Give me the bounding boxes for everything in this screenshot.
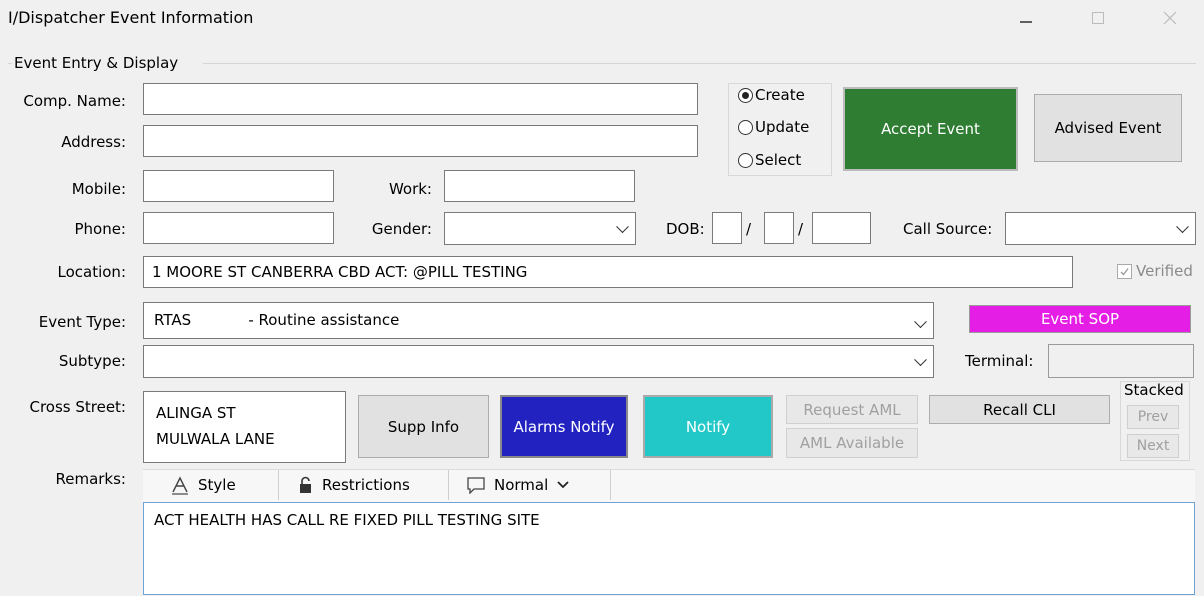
supp-info-button[interactable]: Supp Info — [358, 395, 489, 458]
radio-select-label: Select — [755, 151, 802, 169]
group-title: Event Entry & Display — [14, 54, 179, 72]
normal-label: Normal — [494, 476, 549, 494]
chevron-down-icon — [1176, 219, 1189, 233]
dob-month-input[interactable] — [764, 212, 794, 244]
stacked-label: Stacked — [1124, 381, 1184, 399]
terminal-label: Terminal: — [965, 352, 1034, 370]
maximize-icon — [1092, 12, 1104, 24]
lock-icon — [300, 476, 311, 493]
comment-icon — [467, 477, 485, 494]
radio-create[interactable]: Create — [738, 86, 805, 104]
event-type-value: RTAS - Routine assistance — [154, 311, 400, 329]
toolbar-divider — [448, 470, 449, 500]
style-tool[interactable]: Style — [170, 470, 236, 500]
remarks-textarea[interactable]: ACT HEALTH HAS CALL RE FIXED PILL TESTIN… — [143, 502, 1195, 595]
cross-street-2: MULWALA LANE — [156, 430, 275, 448]
cross-street-label: Cross Street: — [29, 398, 126, 416]
dob-separator: / — [746, 220, 752, 238]
subtype-label: Subtype: — [58, 352, 126, 370]
verified-checkbox[interactable]: Verified — [1117, 262, 1193, 280]
style-icon — [172, 476, 188, 495]
accept-event-button[interactable]: Accept Event — [843, 87, 1018, 171]
minimize-button[interactable] — [1004, 0, 1048, 36]
location-label: Location: — [57, 263, 127, 281]
dob-label: DOB: — [666, 220, 705, 238]
phone-label: Phone: — [74, 220, 126, 238]
gender-label: Gender: — [371, 220, 432, 238]
chevron-down-icon — [616, 219, 629, 233]
alarms-notify-button[interactable]: Alarms Notify — [500, 395, 628, 458]
remarks-label: Remarks: — [55, 470, 126, 488]
cross-street-box: ALINGA ST MULWALA LANE — [143, 391, 346, 463]
mobile-label: Mobile: — [71, 180, 126, 198]
radio-dot-icon — [738, 87, 753, 103]
normal-tool[interactable]: Normal — [466, 470, 570, 500]
toolbar-divider — [278, 470, 279, 500]
minimize-icon — [1020, 21, 1032, 23]
call-source-label: Call Source: — [903, 220, 993, 238]
toolbar-divider — [610, 470, 611, 500]
mobile-input[interactable] — [143, 170, 334, 202]
verified-label: Verified — [1136, 262, 1193, 280]
terminal-input[interactable] — [1048, 344, 1194, 378]
address-label: Address: — [61, 133, 126, 151]
address-input[interactable] — [143, 125, 698, 157]
work-label: Work: — [388, 180, 432, 198]
notify-button[interactable]: Notify — [643, 395, 773, 458]
phone-input[interactable] — [143, 212, 334, 244]
advised-event-button[interactable]: Advised Event — [1034, 94, 1182, 162]
call-source-select[interactable] — [1005, 212, 1196, 245]
radio-dot-icon — [738, 119, 753, 135]
event-sop-button[interactable]: Event SOP — [969, 305, 1191, 333]
close-icon — [1163, 11, 1177, 25]
radio-create-label: Create — [755, 86, 805, 104]
chevron-down-icon — [914, 315, 927, 329]
group-border — [203, 63, 1196, 64]
check-icon — [1117, 263, 1132, 279]
dob-separator: / — [798, 220, 804, 238]
event-type-label: Event Type: — [38, 313, 126, 331]
recall-cli-button[interactable]: Recall CLI — [929, 395, 1110, 424]
restrictions-label: Restrictions — [322, 476, 410, 494]
group-border — [8, 63, 12, 64]
aml-available-button[interactable]: AML Available — [786, 428, 918, 458]
maximize-button[interactable] — [1076, 0, 1120, 36]
radio-update[interactable]: Update — [738, 118, 809, 136]
radio-dot-icon — [738, 152, 753, 168]
dob-day-input[interactable] — [712, 212, 742, 244]
style-label: Style — [198, 476, 236, 494]
radio-update-label: Update — [755, 118, 810, 136]
work-input[interactable] — [444, 170, 635, 202]
cross-street-1: ALINGA ST — [156, 404, 236, 422]
event-type-select[interactable]: RTAS - Routine assistance — [143, 302, 934, 339]
subtype-select[interactable] — [143, 345, 934, 378]
chevron-down-icon — [914, 352, 927, 366]
location-input[interactable]: 1 MOORE ST CANBERRA CBD ACT: @PILL TESTI… — [143, 256, 1073, 288]
radio-select[interactable]: Select — [738, 151, 801, 169]
close-button[interactable] — [1148, 0, 1192, 36]
next-button[interactable]: Next — [1127, 434, 1179, 458]
dob-year-input[interactable] — [812, 212, 871, 244]
comp-name-input[interactable] — [143, 83, 698, 115]
chevron-down-icon — [557, 481, 569, 489]
prev-button[interactable]: Prev — [1127, 405, 1179, 429]
comp-name-label: Comp. Name: — [23, 92, 126, 110]
restrictions-tool[interactable]: Restrictions — [296, 470, 410, 500]
window-title: I/Dispatcher Event Information — [8, 8, 254, 27]
gender-select[interactable] — [444, 212, 636, 245]
request-aml-button[interactable]: Request AML — [786, 395, 918, 424]
